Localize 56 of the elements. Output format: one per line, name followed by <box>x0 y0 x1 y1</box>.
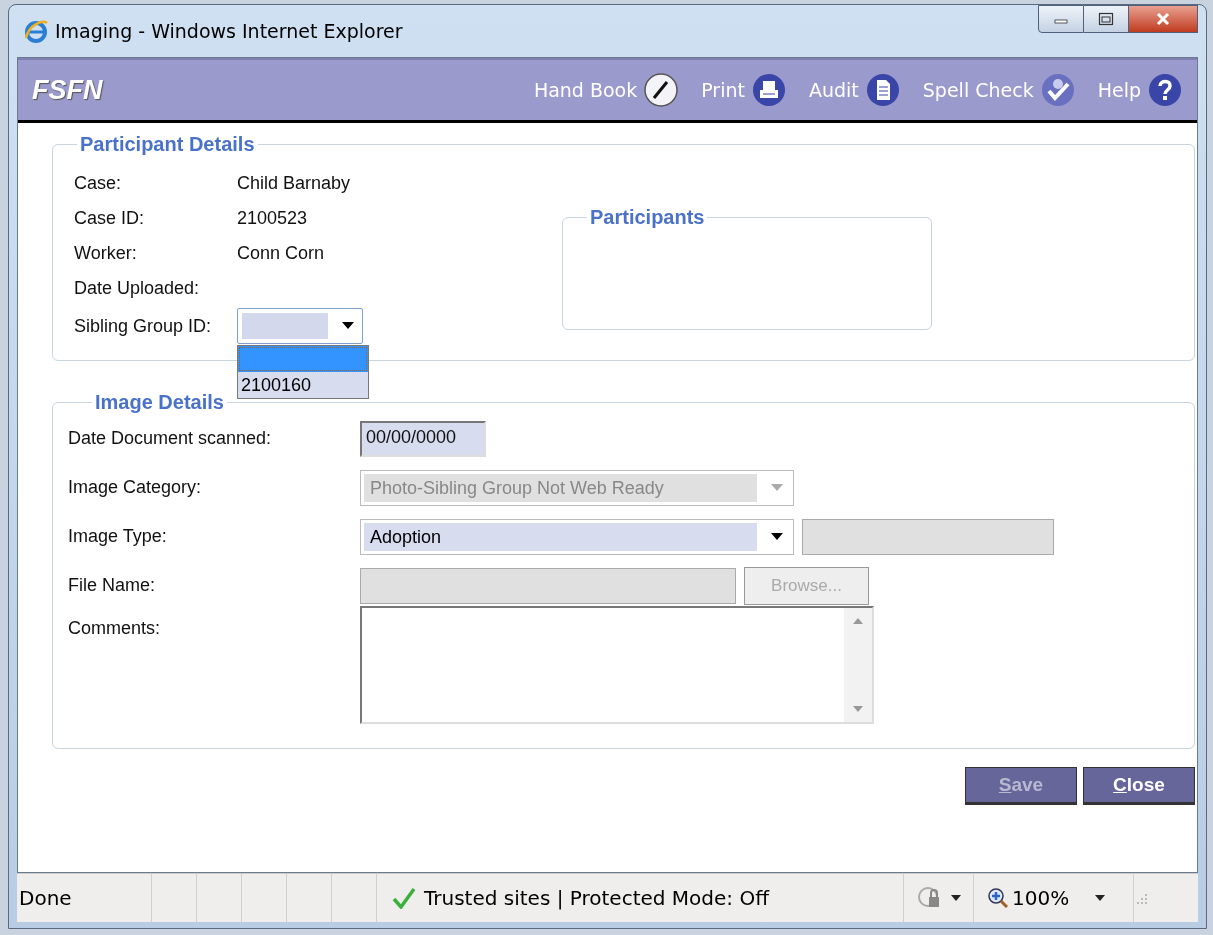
caret-icon <box>950 895 961 901</box>
printer-icon <box>750 72 787 108</box>
checkmark-icon <box>1039 72 1076 108</box>
document-icon <box>864 72 901 108</box>
dropdown-arrow-icon <box>342 322 354 330</box>
field-label: Comments: <box>68 618 162 639</box>
section-title: Participant Details <box>79 133 256 156</box>
minimize-button[interactable] <box>1038 5 1084 33</box>
field-label: Date Uploaded: <box>74 278 201 299</box>
dropdown-option[interactable] <box>238 346 368 372</box>
maximize-button[interactable] <box>1084 5 1129 33</box>
app-logo: FSFN <box>32 74 103 106</box>
field-value: Conn Corn <box>237 243 325 264</box>
status-text: Done <box>17 874 152 922</box>
text-field[interactable] <box>802 518 1054 555</box>
toolbar-button[interactable]: Hand Book <box>533 72 680 108</box>
caret-icon <box>1095 895 1106 901</box>
window-title: Imaging - Windows Internet Explorer <box>55 20 403 42</box>
field-label: Case: <box>74 173 123 194</box>
close-button[interactable] <box>1129 5 1198 33</box>
dropdown-arrow-icon <box>771 483 783 492</box>
field-label: File Name: <box>68 575 157 596</box>
resize-grip-icon <box>1134 891 1148 905</box>
zoom-icon <box>988 888 1008 908</box>
help-icon <box>1147 72 1183 108</box>
field-label: Sibling Group ID: <box>74 315 213 337</box>
field-label: Date Document scanned: <box>68 428 273 449</box>
date-field[interactable]: 00/00/0000 <box>360 420 486 457</box>
scroll-down-icon <box>853 706 863 712</box>
close-icon <box>1155 12 1171 26</box>
dropdown[interactable]: Adoption <box>360 518 794 555</box>
form-button[interactable]: Close <box>1083 767 1195 805</box>
toolbar-button[interactable]: Audit <box>808 72 901 108</box>
pencil-icon <box>643 72 680 108</box>
scrollbar[interactable] <box>844 608 872 722</box>
checkmark-icon <box>392 887 416 909</box>
toolbar-button[interactable]: Help <box>1097 72 1183 108</box>
field-label: Worker: <box>74 243 138 264</box>
zoom-level[interactable]: 100% <box>1012 886 1070 910</box>
toolbar-button[interactable]: Print <box>701 72 787 108</box>
scroll-up-icon <box>853 618 863 624</box>
comments-field[interactable] <box>360 606 874 724</box>
field-value: 2100523 <box>237 208 308 229</box>
section-title: Participants <box>589 206 706 229</box>
browser-logo-icon <box>23 18 49 44</box>
dropdown[interactable] <box>237 308 363 344</box>
file-field[interactable] <box>360 567 736 604</box>
field-label: Image Type: <box>68 526 168 547</box>
maximize-icon <box>1098 12 1114 26</box>
section-title: Image Details <box>94 391 225 414</box>
dropdown-arrow-icon <box>771 532 783 541</box>
toolbar-button[interactable]: Spell Check <box>922 72 1076 108</box>
field-label: Image Category: <box>68 477 203 498</box>
field-value: Child Barnaby <box>237 173 351 194</box>
security-zone-text: Trusted sites | Protected Mode: Off <box>424 886 769 910</box>
field-label: Case ID: <box>74 208 146 229</box>
